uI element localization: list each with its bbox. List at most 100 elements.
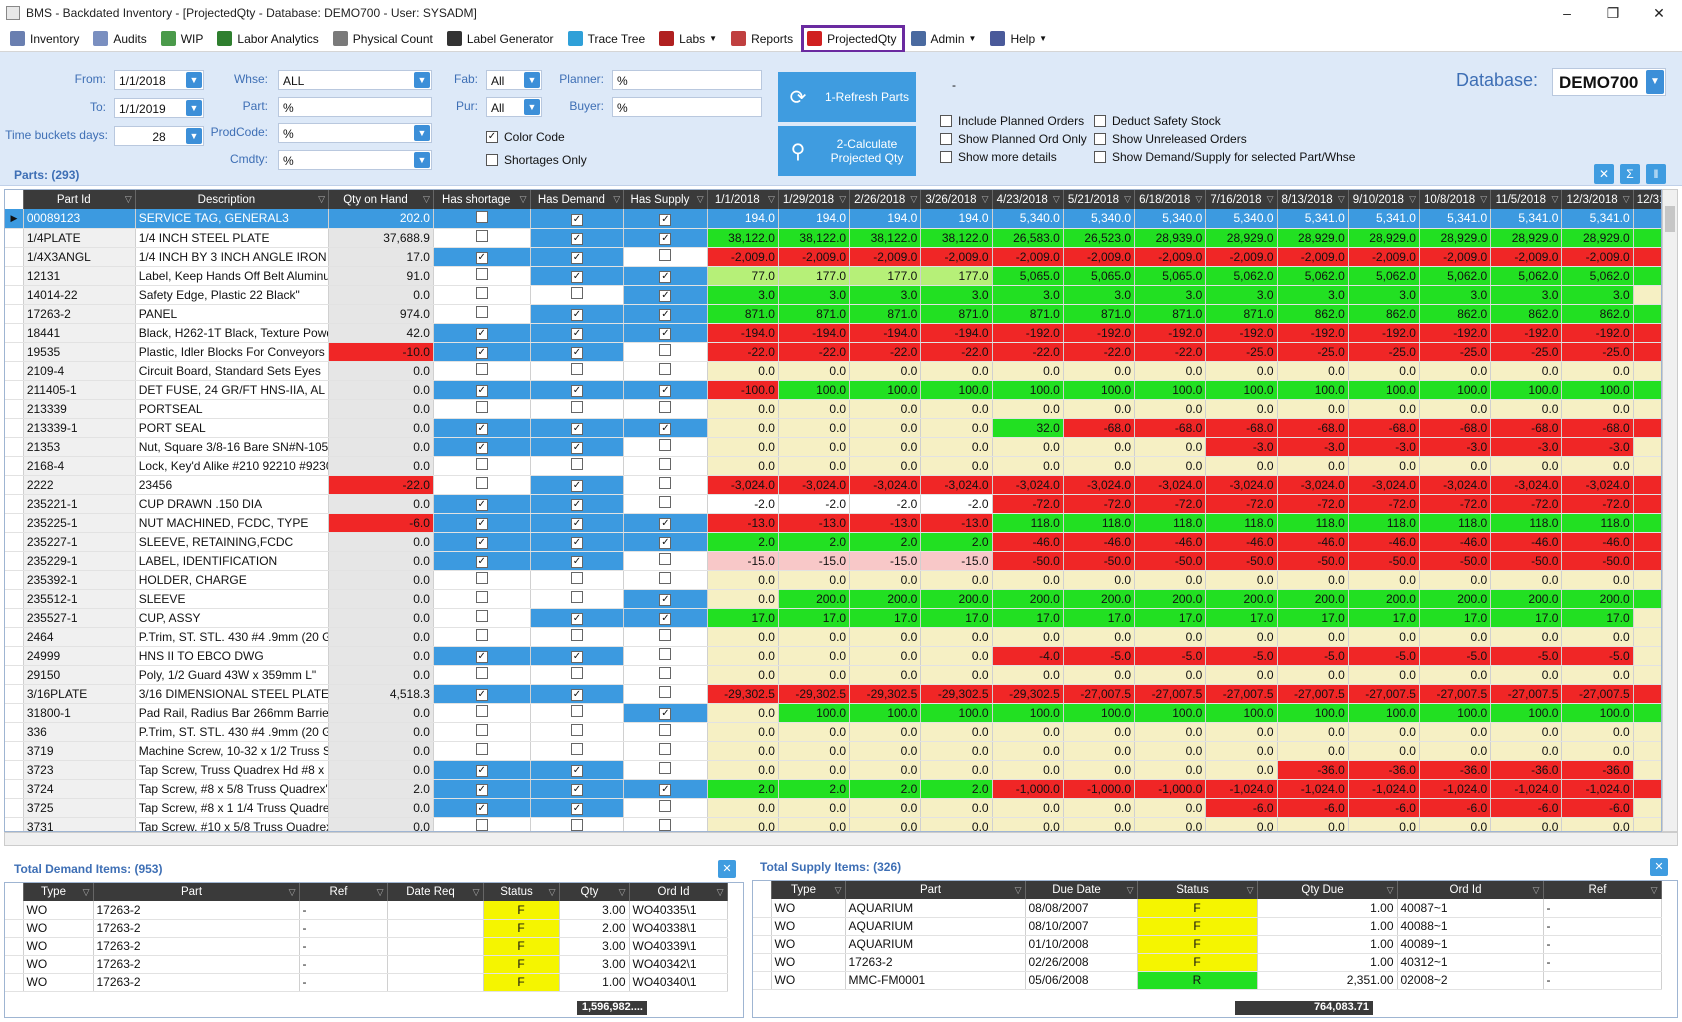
supply-row[interactable]: WO AQUARIUM 01/10/2008 F 1.00 40089~1- (753, 935, 1662, 954)
whse-select[interactable]: ALL ▼ (278, 70, 432, 90)
table-row[interactable]: 336 P.Trim, ST. STL. 430 #4 .9mm (20 G 0.0… (5, 722, 1661, 742)
has-shortage-cell[interactable] (433, 589, 531, 609)
has-shortage-cell[interactable] (433, 665, 531, 685)
filter-icon[interactable]: ▽ (1195, 194, 1202, 205)
menu-item-admin[interactable]: Admin ▼ (907, 27, 983, 51)
checkbox-unchecked-icon[interactable] (659, 819, 672, 831)
checkbox-checked-icon[interactable]: ✓ (570, 328, 583, 340)
has-demand-cell[interactable] (530, 817, 625, 831)
table-row[interactable]: ▶ 00089123 SERVICE TAG, GENERAL3 202.0 ✓ ✓ 194… (5, 209, 1661, 229)
column-header-6[interactable]: 1/1/2018 ▽ (707, 190, 779, 209)
time-buckets-field[interactable]: 28 ▼ (114, 126, 204, 146)
supply-row[interactable]: WO AQUARIUM 08/10/2007 F 1.00 40088~1- (753, 917, 1662, 936)
has-shortage-cell[interactable]: ✓ (433, 646, 531, 666)
part-id-cell[interactable]: 235392-1 (23, 570, 136, 590)
part-id-cell[interactable]: 12131 (23, 266, 136, 286)
checkbox-checked-icon[interactable]: ✓ (659, 385, 672, 397)
has-demand-cell[interactable]: ✓ (530, 380, 625, 400)
checkbox-checked-icon[interactable]: ✓ (475, 328, 488, 340)
has-demand-cell[interactable]: ✓ (530, 608, 625, 628)
chevron-down-icon[interactable]: ▼ (414, 125, 430, 141)
column-header-18[interactable]: 12/3/2018 ▽ (1561, 190, 1634, 209)
checkbox-checked-icon[interactable]: ✓ (570, 423, 583, 435)
buyer-input[interactable]: % (612, 97, 762, 117)
row-indicator[interactable] (5, 323, 24, 343)
supply-grid-corner-icon[interactable] (753, 881, 772, 899)
demand-column-header-5[interactable]: Qty ▽ (559, 883, 630, 901)
chevron-down-icon[interactable]: ▼ (524, 72, 540, 88)
row-indicator[interactable] (5, 228, 24, 248)
has-shortage-cell[interactable] (433, 475, 531, 495)
has-shortage-cell[interactable] (433, 456, 531, 476)
checkbox-checked-icon[interactable]: ✓ (475, 803, 488, 815)
has-supply-cell[interactable]: ✓ (623, 323, 708, 343)
has-demand-cell[interactable] (530, 627, 625, 647)
part-id-cell[interactable]: 213339 (23, 399, 136, 419)
checkbox-checked-icon[interactable]: ✓ (475, 518, 488, 530)
filter-icon[interactable]: ▽ (1015, 885, 1022, 896)
filter-icon[interactable]: ▽ (910, 194, 917, 205)
checkbox-checked-icon[interactable]: ✓ (659, 537, 672, 549)
part-id-cell[interactable]: 235229-1 (23, 551, 136, 571)
shortages-only-checkbox[interactable]: Shortages Only (486, 153, 587, 167)
has-demand-cell[interactable]: ✓ (530, 418, 625, 438)
table-row[interactable]: 3725 Tap Screw, #8 x 1 1/4 Truss Quadrex 0… (5, 798, 1661, 818)
demand-row[interactable]: WO 17263-2- F 3.00 WO40342\1 (5, 955, 728, 974)
checkbox-unchecked-icon[interactable] (659, 743, 672, 755)
filter-icon[interactable]: ▽ (318, 194, 325, 205)
row-indicator[interactable] (5, 760, 24, 780)
has-shortage-cell[interactable] (433, 817, 531, 831)
table-row[interactable]: 2109-4 Circuit Board, Standard Sets Eyes 0… (5, 361, 1661, 381)
has-shortage-cell[interactable]: ✓ (433, 437, 531, 457)
table-row[interactable]: 235221-1 CUP DRAWN .150 DIA 0.0 ✓ ✓ -2.0 -2.0-… (5, 494, 1661, 514)
supply-column-header-4[interactable]: Qty Due ▽ (1257, 881, 1398, 899)
table-row[interactable]: 3723 Tap Screw, Truss Quadrex Hd #8 x 3/0… (5, 760, 1661, 780)
row-indicator[interactable] (5, 475, 24, 495)
has-shortage-cell[interactable] (433, 304, 531, 324)
filter-icon[interactable]: ▽ (1247, 885, 1254, 896)
row-indicator[interactable] (5, 901, 24, 920)
part-id-cell[interactable]: 2464 (23, 627, 136, 647)
filter-icon[interactable]: ▽ (473, 887, 480, 898)
filter-icon[interactable]: ▽ (835, 885, 842, 896)
checkbox-unchecked-icon[interactable] (475, 287, 488, 299)
has-supply-cell[interactable] (623, 247, 708, 267)
checkbox-unchecked-icon[interactable] (659, 363, 672, 375)
has-shortage-cell[interactable] (433, 228, 531, 248)
has-supply-cell[interactable] (623, 646, 708, 666)
column-header-0[interactable]: Part Id ▽ (23, 190, 136, 209)
has-supply-cell[interactable] (623, 342, 708, 362)
checkbox-checked-icon[interactable]: ✓ (475, 689, 488, 701)
table-row[interactable]: 24999 HNS II TO EBCO DWG 0.0 ✓ ✓ 0.0 0.0 0.0 0.0… (5, 646, 1661, 666)
part-id-cell[interactable]: 213339-1 (23, 418, 136, 438)
from-date-field[interactable]: 1/1/2018 ▼ (114, 70, 204, 90)
table-row[interactable]: 235392-1 HOLDER, CHARGE 0.0 0.0 0.0 0.0 0.0 0.0… (5, 570, 1661, 590)
row-indicator[interactable] (753, 917, 772, 936)
column-header-5[interactable]: Has Supply ▽ (623, 190, 708, 209)
checkbox-checked-icon[interactable]: ✓ (570, 689, 583, 701)
has-shortage-cell[interactable]: ✓ (433, 532, 531, 552)
table-row[interactable]: 1/4PLATE 1/4 INCH STEEL PLATE 37,688.9 ✓ ✓ 38… (5, 228, 1661, 248)
checkbox-checked-icon[interactable]: ✓ (570, 765, 583, 777)
checkbox-checked-icon[interactable]: ✓ (475, 423, 488, 435)
checkbox-checked-icon[interactable]: ✓ (659, 518, 672, 530)
part-id-cell[interactable]: 2222 (23, 475, 136, 495)
has-shortage-cell[interactable]: ✓ (433, 342, 531, 362)
menu-item-help[interactable]: Help ▼ (986, 27, 1053, 51)
checkbox-checked-icon[interactable]: ✓ (659, 423, 672, 435)
has-shortage-cell[interactable]: ✓ (433, 798, 531, 818)
row-indicator[interactable] (753, 899, 772, 918)
checkbox-unchecked-icon[interactable] (570, 363, 583, 375)
checkbox-unchecked-icon[interactable] (570, 724, 583, 736)
menu-item-labor-analytics[interactable]: Labor Analytics (213, 27, 324, 51)
demand-column-header-3[interactable]: Date Req ▽ (387, 883, 484, 901)
menu-item-trace-tree[interactable]: Trace Tree (564, 27, 652, 51)
table-row[interactable]: 19535 Plastic, Idler Blocks For Conveyors… (5, 342, 1661, 362)
row-indicator[interactable] (5, 380, 24, 400)
checkbox-checked-icon[interactable]: ✓ (570, 537, 583, 549)
checkbox-unchecked-icon[interactable] (659, 496, 672, 508)
has-supply-cell[interactable] (623, 722, 708, 742)
sum-icon[interactable]: Σ (1620, 164, 1640, 184)
has-demand-cell[interactable] (530, 703, 625, 723)
checkbox-unchecked-icon[interactable] (475, 477, 488, 489)
